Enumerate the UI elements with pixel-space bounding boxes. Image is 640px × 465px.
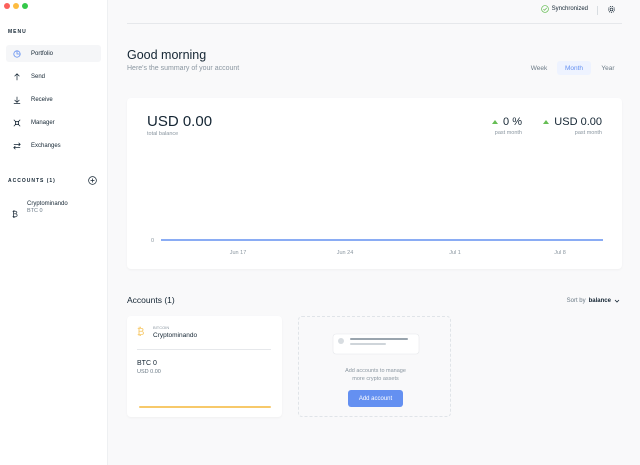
window-controls bbox=[4, 3, 28, 9]
sidebar-account-item[interactable]: ₿ Cryptominando BTC 0 bbox=[12, 201, 68, 223]
x-tick-label: Jul 1 bbox=[449, 250, 461, 256]
pie-chart-icon bbox=[12, 49, 21, 58]
x-tick-label: Jul 8 bbox=[554, 250, 566, 256]
period-year-button[interactable]: Year bbox=[595, 61, 621, 75]
chevron-down-icon bbox=[614, 299, 620, 303]
arrow-down-icon bbox=[12, 95, 21, 104]
manager-icon bbox=[12, 118, 21, 127]
page-subtitle: Here's the summary of your account bbox=[127, 65, 240, 72]
bitcoin-icon: ₿ bbox=[12, 201, 20, 223]
page-title: Good morning bbox=[127, 48, 207, 62]
sort-by-value: balance bbox=[588, 298, 611, 304]
arrow-up-icon bbox=[12, 72, 21, 81]
exchange-icon bbox=[12, 141, 21, 150]
account-card-currency: BITCOIN bbox=[153, 325, 170, 330]
account-card-balance: BTC 0 bbox=[137, 360, 157, 367]
balance-chart[interactable]: 0 Jun 17 Jun 24 Jul 1 Jul 8 bbox=[127, 98, 622, 269]
sidebar-account-balance: BTC 0 bbox=[27, 208, 43, 214]
sidebar-item-manager[interactable]: Manager bbox=[6, 114, 101, 131]
add-account-placeholder: Add accounts to manage more crypto asset… bbox=[298, 316, 451, 417]
menu-title: MENU bbox=[8, 29, 27, 35]
add-account-hint-line1: Add accounts to manage bbox=[345, 368, 406, 374]
sidebar-item-label: Receive bbox=[31, 96, 53, 103]
x-tick-label: Jun 17 bbox=[230, 250, 247, 256]
sidebar-item-label: Exchanges bbox=[31, 142, 61, 149]
plus-circle-icon[interactable] bbox=[88, 176, 97, 185]
sidebar-item-label: Send bbox=[31, 73, 46, 80]
account-card[interactable]: ₿ BITCOIN Cryptominando BTC 0 USD 0.00 bbox=[127, 316, 282, 417]
sidebar-account-name: Cryptominando bbox=[27, 201, 68, 207]
y-tick-label: 0 bbox=[151, 238, 154, 244]
sync-label: Synchronized bbox=[551, 6, 588, 12]
account-card-name: Cryptominando bbox=[153, 332, 198, 339]
topbar-divider bbox=[597, 6, 598, 15]
sidebar-item-send[interactable]: Send bbox=[6, 68, 101, 85]
account-card-divider bbox=[137, 349, 271, 350]
add-account-hint: Add accounts to manage more crypto asset… bbox=[299, 367, 452, 383]
period-week-button[interactable]: Week bbox=[526, 61, 552, 75]
minimize-window-button[interactable] bbox=[13, 3, 19, 9]
svg-text:₿: ₿ bbox=[137, 326, 144, 336]
gear-icon[interactable] bbox=[607, 5, 616, 14]
add-account-hint-line2: more crypto assets bbox=[352, 376, 399, 382]
sort-by-label: Sort by bbox=[566, 298, 586, 304]
add-account-button[interactable]: Add account bbox=[348, 390, 403, 407]
sidebar-item-exchanges[interactable]: Exchanges bbox=[6, 137, 101, 154]
bitcoin-icon: ₿ bbox=[137, 326, 144, 336]
period-month-button[interactable]: Month bbox=[557, 61, 591, 75]
sort-by-dropdown[interactable]: Sort by balance bbox=[567, 298, 620, 304]
account-illustration-icon bbox=[332, 333, 420, 355]
accounts-section-title: Accounts (1) bbox=[127, 295, 175, 305]
sync-status[interactable]: Synchronized bbox=[540, 5, 588, 13]
sidebar-item-label: Manager bbox=[31, 119, 55, 126]
check-circle-icon bbox=[540, 5, 549, 13]
x-tick-label: Jun 24 bbox=[337, 250, 354, 256]
sidebar-item-receive[interactable]: Receive bbox=[6, 91, 101, 108]
sidebar-item-label: Portfolio bbox=[31, 50, 54, 57]
svg-text:₿: ₿ bbox=[12, 210, 18, 218]
account-card-fiat: USD 0.00 bbox=[137, 369, 161, 375]
sidebar: MENU Portfolio Send Receive Manager Exch… bbox=[0, 0, 108, 465]
sidebar-item-portfolio[interactable]: Portfolio bbox=[6, 45, 101, 62]
account-card-sparkline bbox=[139, 406, 271, 408]
topbar: Synchronized bbox=[127, 0, 622, 24]
close-window-button[interactable] bbox=[4, 3, 10, 9]
maximize-window-button[interactable] bbox=[22, 3, 28, 9]
balance-card: USD 0.00 total balance 0 % past month US… bbox=[127, 98, 622, 269]
accounts-title: ACCOUNTS (1) bbox=[8, 178, 56, 184]
